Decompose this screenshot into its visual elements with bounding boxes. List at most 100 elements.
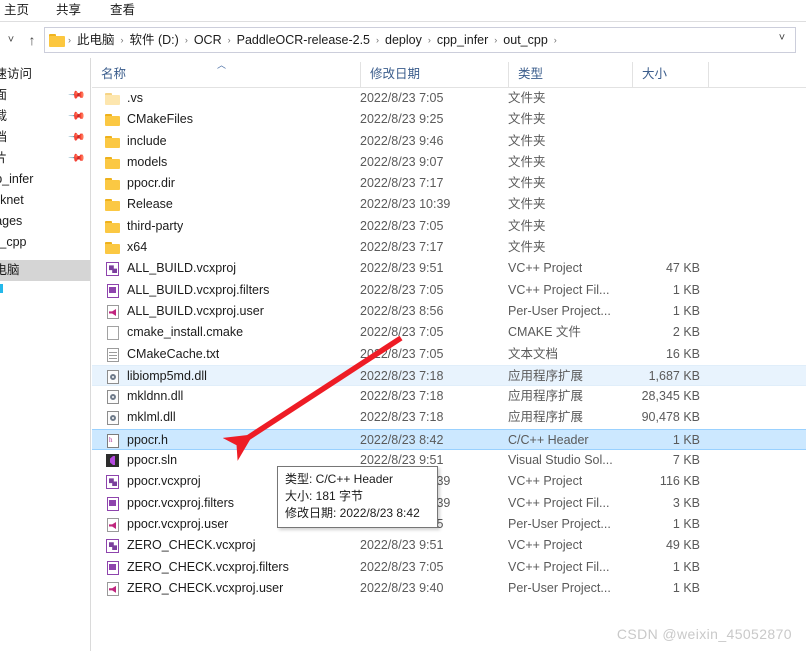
- sidebar-item-documents[interactable]: 文档 📌: [0, 127, 90, 148]
- tab-view[interactable]: 查看: [110, 1, 135, 19]
- table-row[interactable]: CMakeFiles 2022/8/23 9:25 文件夹: [92, 109, 806, 130]
- breadcrumb-item-ocr[interactable]: OCR: [189, 30, 227, 50]
- file-name: x64: [127, 240, 148, 255]
- user-file-icon: [105, 304, 121, 320]
- breadcrumb-item-out-cpp[interactable]: out_cpp: [498, 30, 552, 50]
- table-row[interactable]: ZERO_CHECK.vcxproj.user 2022/8/23 9:40 Per…: [92, 578, 806, 599]
- sidebar-item-this-pc[interactable]: 此电脑: [0, 260, 90, 281]
- file-type: 应用程序扩展: [508, 410, 584, 425]
- sidebar-item-desktop[interactable]: 桌面 📌: [0, 85, 90, 106]
- sidebar-item-label: 桌面: [0, 85, 7, 106]
- table-row[interactable]: include 2022/8/23 9:46 文件夹: [92, 131, 806, 152]
- file-type: 文件夹: [508, 176, 546, 191]
- sidebar-item-pictures[interactable]: 图片 📌: [0, 148, 90, 169]
- breadcrumb-separator[interactable]: ›: [553, 35, 558, 45]
- file-type: VC++ Project Fil...: [508, 495, 610, 510]
- chevron-down-icon[interactable]: ˅: [773, 32, 791, 44]
- file-date: 2022/8/23 7:17: [360, 240, 444, 255]
- column-header-date[interactable]: 修改日期: [360, 62, 508, 87]
- file-type: C/C++ Header: [508, 432, 589, 447]
- file-size: 1 KB: [672, 282, 700, 297]
- sidebar-item-label: 下载: [0, 106, 7, 127]
- table-row[interactable]: mkldnn.dll 2022/8/23 7:18 应用程序扩展 28,345 KB: [92, 386, 806, 407]
- sidebar-item-out-cpp[interactable]: out_cpp: [0, 232, 90, 253]
- table-row[interactable]: ppocr.vcxproj2022/8/23 10:39VC++ Project…: [92, 471, 806, 492]
- table-row[interactable]: CMakeCache.txt 2022/8/23 7:05 文本文档 16 KB: [92, 344, 806, 365]
- table-row[interactable]: Release 2022/8/23 10:39 文件夹: [92, 194, 806, 215]
- breadcrumb-item-cpp-infer[interactable]: cpp_infer: [432, 30, 493, 50]
- file-size: 16 KB: [665, 346, 700, 361]
- vcxproj-file-icon: [105, 261, 121, 277]
- breadcrumb-item-paddleocr[interactable]: PaddleOCR-release-2.5: [232, 30, 375, 50]
- file-info-tooltip: 类型: C/C++ Header 大小: 181 字节 修改日期: 2022/8…: [277, 466, 438, 528]
- column-header-size[interactable]: 大小: [632, 62, 708, 87]
- breadcrumb-item-deploy[interactable]: deploy: [380, 30, 427, 50]
- column-header-row: 名称 ︿ 修改日期 类型 大小: [92, 60, 806, 88]
- folder-icon: [105, 134, 121, 150]
- file-date: 2022/8/23 10:39: [360, 197, 451, 212]
- table-row[interactable]: ZERO_CHECK.vcxproj 2022/8/23 9:51 VC++ Pro…: [92, 535, 806, 556]
- table-row[interactable]: third-party 2022/8/23 7:05 文件夹: [92, 216, 806, 237]
- pin-icon: 📌: [67, 128, 86, 147]
- file-type: 文本文档: [508, 346, 559, 361]
- table-row[interactable]: .vs 2022/8/23 7:05 文件夹: [92, 88, 806, 109]
- blank-file-icon: [105, 325, 121, 341]
- column-header-name[interactable]: 名称 ︿: [92, 60, 360, 87]
- file-name: ppocr.vcxproj.user: [127, 516, 229, 531]
- file-type: 文件夹: [508, 133, 546, 148]
- up-arrow-icon[interactable]: ↑: [22, 29, 42, 51]
- file-name: ppocr.h: [127, 432, 169, 447]
- table-row[interactable]: ppocr.dir 2022/8/23 7:17 文件夹: [92, 173, 806, 194]
- table-row[interactable]: ppocr.vcxproj.user2022/8/23 7:15Per-User…: [92, 514, 806, 535]
- file-type: 应用程序扩展: [508, 389, 584, 404]
- file-date: 2022/8/23 9:40: [360, 580, 444, 595]
- sidebar-item-images[interactable]: images: [0, 211, 90, 232]
- tab-share[interactable]: 共享: [56, 1, 81, 19]
- breadcrumb-item-drive-d[interactable]: 软件 (D:): [125, 30, 184, 50]
- table-row[interactable]: mklml.dll 2022/8/23 7:18 应用程序扩展 90,478 KB: [92, 407, 806, 428]
- file-size: [632, 173, 700, 194]
- table-row[interactable]: libiomp5md.dll 2022/8/23 7:18 应用程序扩展 1,687 …: [92, 364, 806, 387]
- table-row[interactable]: ALL_BUILD.vcxproj 2022/8/23 9:51 VC++ Proj…: [92, 258, 806, 279]
- table-row[interactable]: ppocr.vcxproj.filters2022/8/23 10:39VC++…: [92, 493, 806, 514]
- breadcrumb[interactable]: › 此电脑 › 软件 (D:) › OCR › PaddleOCR-releas…: [44, 27, 796, 53]
- file-name: cmake_install.cmake: [127, 325, 244, 340]
- folder-icon: [105, 219, 121, 235]
- table-row[interactable]: ALL_BUILD.vcxproj.filters 2022/8/23 7:05 V…: [92, 280, 806, 301]
- column-header-type[interactable]: 类型: [508, 62, 632, 87]
- file-name: Release: [127, 197, 173, 212]
- sidebar-item-cpp-infer[interactable]: cpp_infer: [0, 169, 90, 190]
- file-size: [632, 131, 700, 152]
- table-row[interactable]: models 2022/8/23 9:07 文件夹: [92, 152, 806, 173]
- tab-home[interactable]: 主页: [4, 1, 29, 19]
- sidebar-item-label: 此电脑: [0, 263, 20, 277]
- file-name: ALL_BUILD.vcxproj.filters: [127, 282, 270, 297]
- sidebar-item-darknet[interactable]: darknet: [0, 190, 90, 211]
- filters-file-icon: [105, 496, 121, 512]
- file-name: ZERO_CHECK.vcxproj: [127, 538, 256, 553]
- breadcrumb-item-this-pc[interactable]: 此电脑: [72, 30, 120, 50]
- sidebar-item-label: out_cpp: [0, 235, 27, 249]
- table-row[interactable]: ALL_BUILD.vcxproj.user 2022/8/23 8:56 Per-…: [92, 301, 806, 322]
- sidebar-item-downloads[interactable]: 下载 📌: [0, 106, 90, 127]
- recent-locations-icon[interactable]: ˅: [1, 29, 21, 51]
- file-size: 1,687 KB: [648, 368, 700, 383]
- sidebar-item-label: images: [0, 214, 23, 228]
- file-name: third-party: [127, 218, 184, 233]
- table-row[interactable]: h ppocr.h 2022/8/23 8:42 C/C++ Header 1 KB: [92, 428, 806, 451]
- table-row[interactable]: ppocr.sln 2022/8/23 9:51 Visual Studio Sol…: [92, 450, 806, 471]
- filters-file-icon: [105, 283, 121, 299]
- folder-icon: [105, 155, 121, 171]
- table-row[interactable]: ZERO_CHECK.vcxproj.filters 2022/8/23 7:05…: [92, 557, 806, 578]
- file-name: ALL_BUILD.vcxproj.user: [127, 303, 264, 318]
- sort-ascending-icon: ︿: [217, 60, 227, 70]
- user-file-icon: [105, 517, 121, 533]
- table-row[interactable]: cmake_install.cmake 2022/8/23 7:05 CMAKE 文…: [92, 322, 806, 343]
- column-header-empty[interactable]: [708, 62, 806, 87]
- vcxproj-file-icon: [105, 538, 121, 554]
- sidebar-item-quick-access[interactable]: 快速访问: [0, 64, 90, 85]
- file-list: .vs 2022/8/23 7:05 文件夹 CMakeFiles 2022/8/23 …: [92, 88, 806, 608]
- file-name: CMakeCache.txt: [127, 346, 220, 361]
- table-row[interactable]: x64 2022/8/23 7:17 文件夹: [92, 237, 806, 258]
- file-size: 116 KB: [659, 474, 700, 489]
